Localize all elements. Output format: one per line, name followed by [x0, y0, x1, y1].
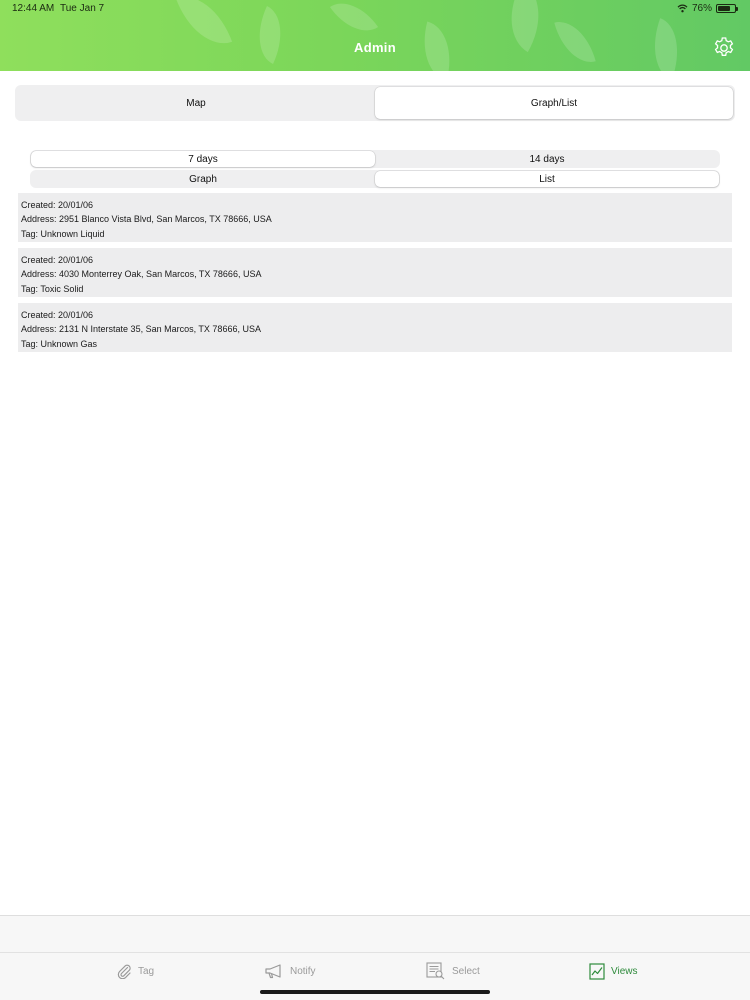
record-address: Address: 2951 Blanco Vista Blvd, San Mar… — [21, 214, 272, 225]
record-created: Created: 20/01/06 — [21, 255, 94, 265]
mode-segmented-control: Graph List — [30, 170, 720, 188]
range-segmented-control: 7 days 14 days — [30, 150, 720, 168]
record-created: Created: 20/01/06 — [21, 200, 94, 210]
record-tag: Tag: Unknown Liquid — [21, 228, 105, 239]
mode-list[interactable]: List — [375, 171, 719, 187]
tabbar-item-views[interactable]: Views — [589, 961, 638, 981]
records-list: Created: 20/01/06 Address: 2951 Blanco V… — [18, 193, 732, 358]
status-time: 12:44 AM — [12, 3, 55, 14]
range-7-days[interactable]: 7 days — [31, 151, 375, 167]
settings-button[interactable] — [712, 36, 736, 60]
gear-icon — [714, 37, 734, 56]
status-bar: 12:44 AM Tue Jan 7 76% — [0, 0, 750, 18]
record-address: Address: 4030 Monterrey Oak, San Marcos,… — [21, 269, 262, 280]
page-title: Admin — [354, 40, 396, 55]
tabbar-item-select[interactable]: Select — [426, 961, 480, 981]
record-address: Address: 2131 N Interstate 35, San Marco… — [21, 324, 261, 335]
tab-graph-list[interactable]: Graph/List — [375, 87, 733, 119]
document-search-icon — [426, 962, 445, 980]
megaphone-icon — [265, 964, 281, 979]
list-item[interactable]: Created: 20/01/06 Address: 4030 Monterre… — [18, 248, 732, 297]
battery-percent: 76% — [691, 3, 712, 14]
tabbar-item-notify[interactable]: Notify — [264, 961, 316, 981]
range-14-days[interactable]: 14 days — [375, 151, 719, 167]
tabbar-label: Views — [611, 965, 638, 977]
list-item[interactable]: Created: 20/01/06 Address: 2131 N Inters… — [18, 303, 732, 352]
record-tag: Tag: Toxic Solid — [21, 283, 84, 294]
tab-map[interactable]: Map — [17, 87, 375, 119]
divider — [0, 952, 750, 953]
status-indicators: 76% — [677, 3, 738, 14]
battery-icon — [716, 4, 738, 13]
paperclip-icon — [117, 964, 131, 979]
record-tag: Tag: Unknown Gas — [21, 338, 98, 349]
tabbar-label: Tag — [138, 965, 155, 977]
mode-graph[interactable]: Graph — [31, 171, 375, 187]
chart-icon — [589, 962, 605, 980]
home-indicator[interactable] — [260, 990, 490, 994]
record-created: Created: 20/01/06 — [21, 310, 94, 320]
tabbar-label: Select — [452, 965, 480, 977]
list-item[interactable]: Created: 20/01/06 Address: 2951 Blanco V… — [18, 193, 732, 242]
app-header: 12:44 AM Tue Jan 7 76% Admin — [0, 0, 750, 71]
view-segmented-control: Map Graph/List — [15, 85, 735, 121]
tab-bar — [0, 916, 750, 1000]
wifi-icon — [677, 4, 688, 13]
tabbar-label: Notify — [290, 965, 316, 977]
tabbar-item-tag[interactable]: Tag — [116, 961, 154, 981]
status-date: Tue Jan 7 — [60, 3, 105, 14]
